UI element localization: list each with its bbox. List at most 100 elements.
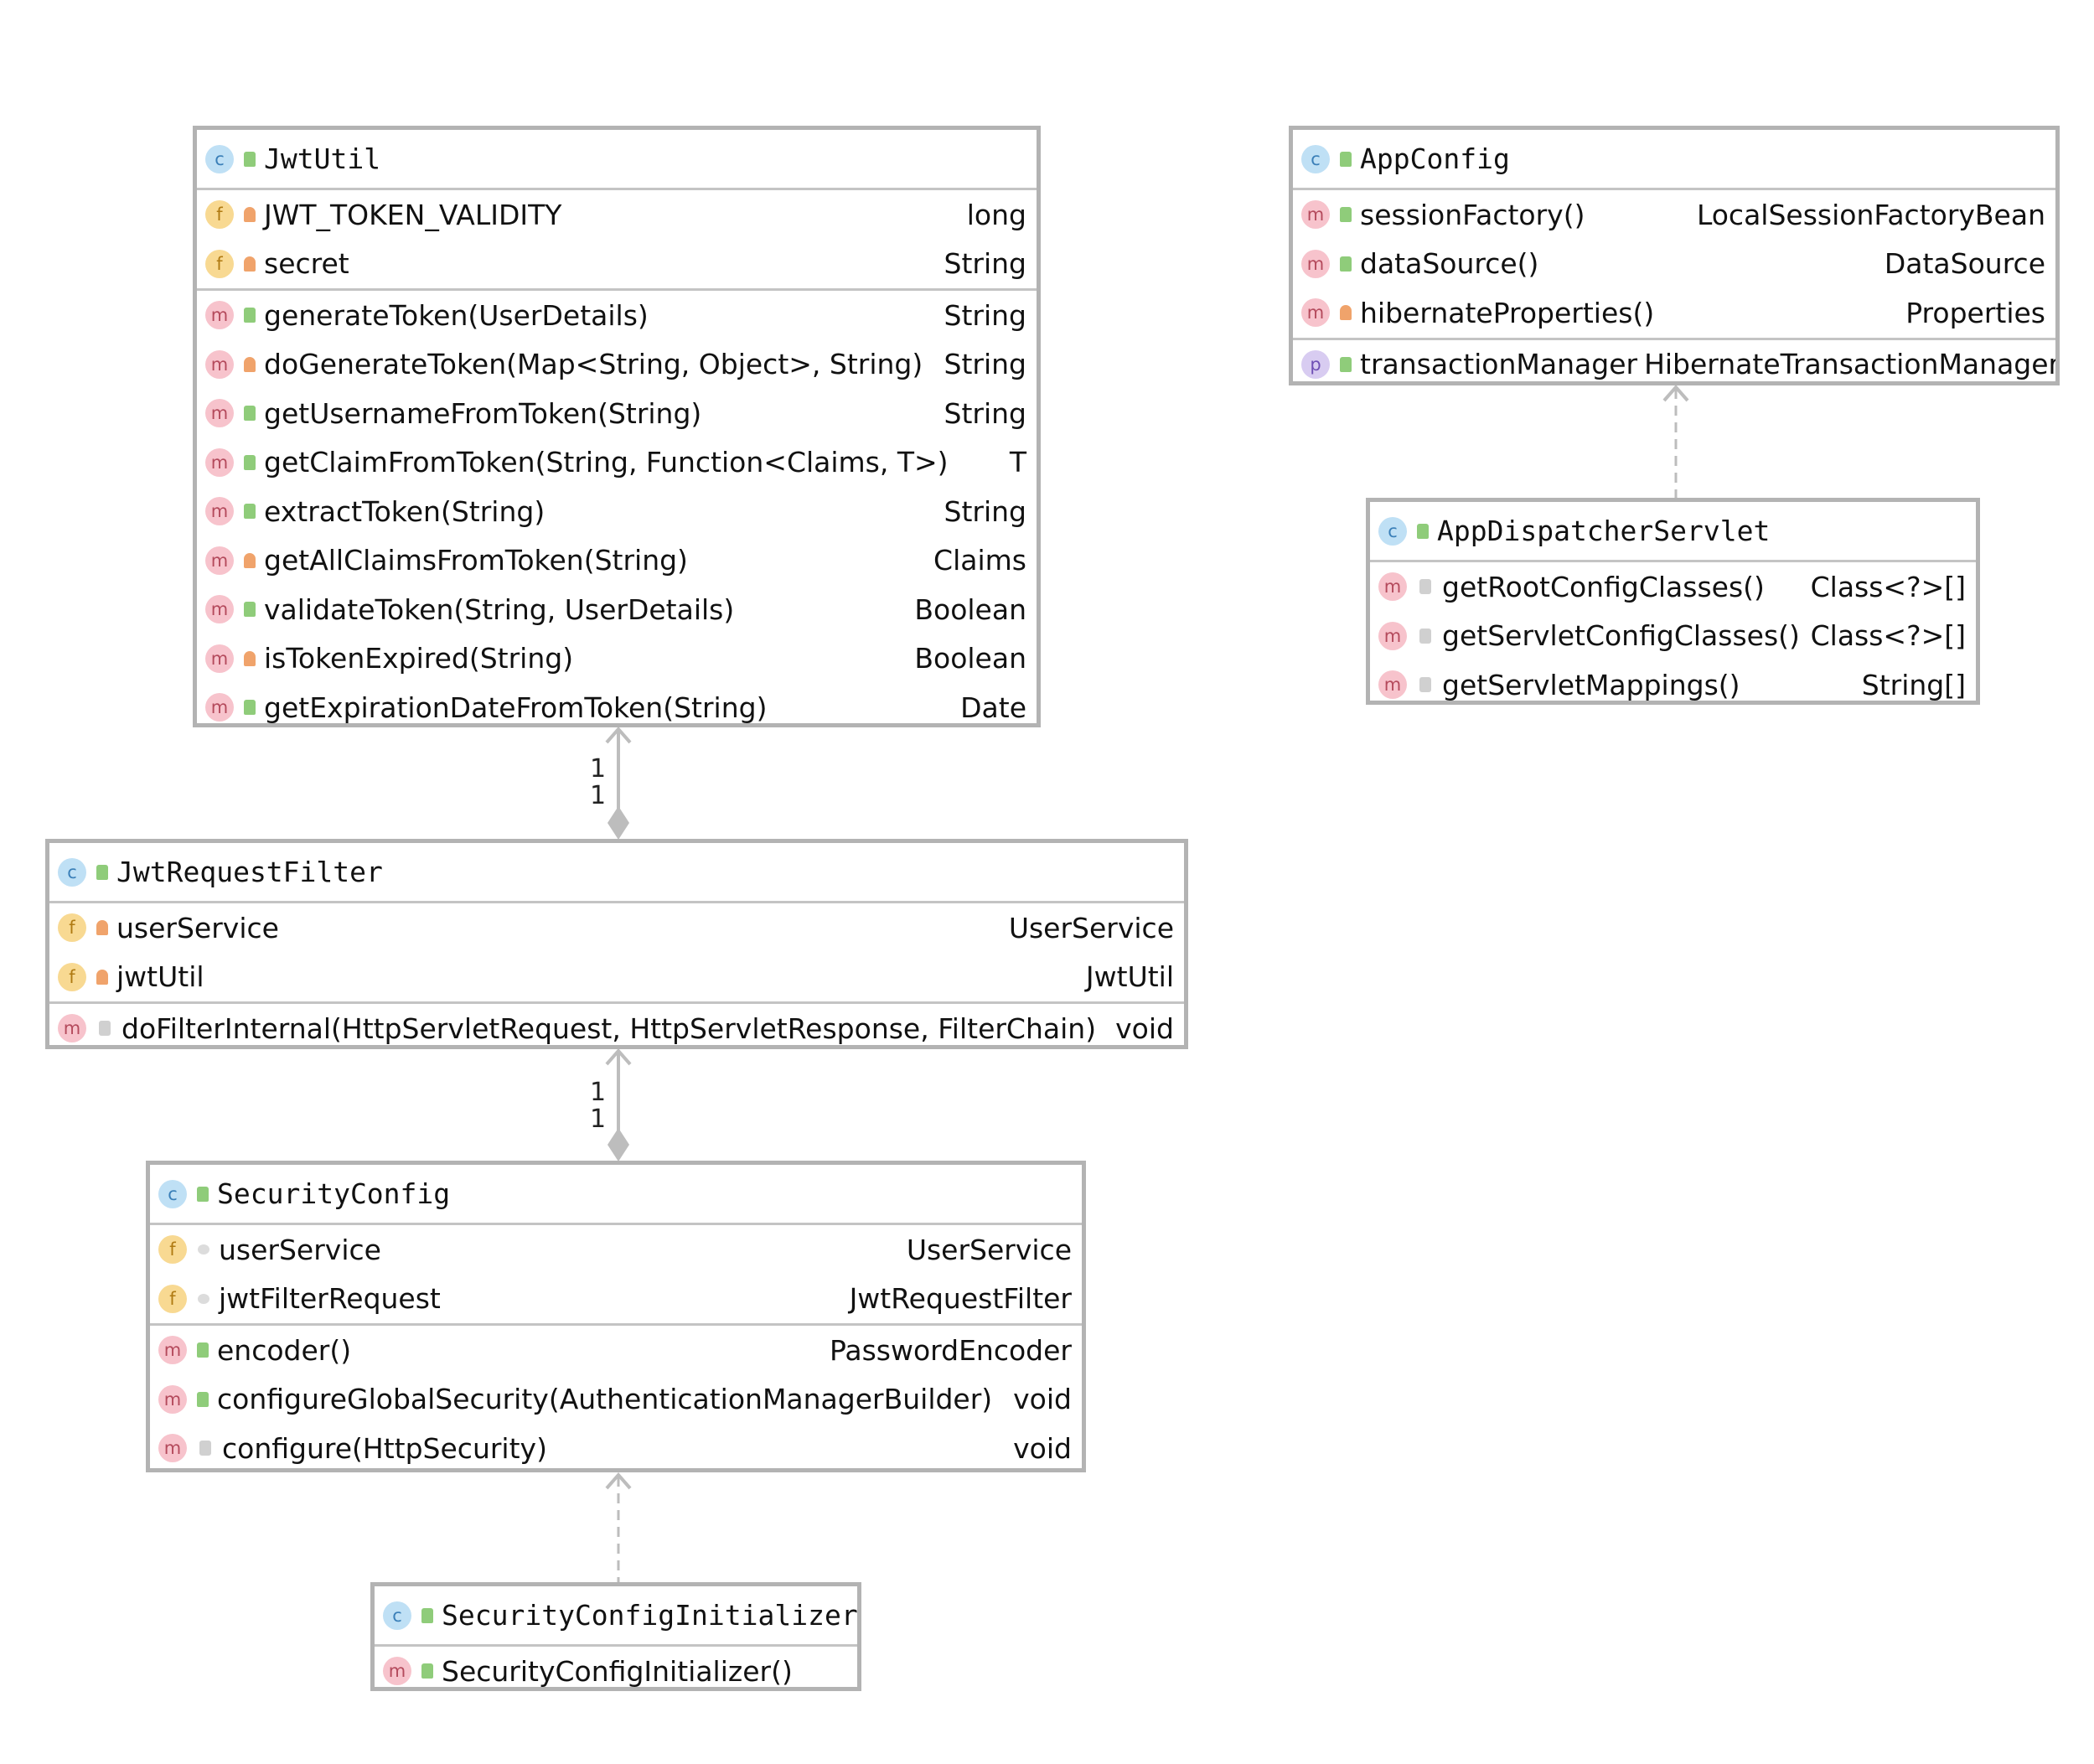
- class-icon: c: [158, 1179, 187, 1208]
- method-row[interactable]: m isTokenExpired(String) Boolean: [197, 634, 1037, 684]
- member-type: Boolean: [914, 642, 1026, 675]
- protected-visibility-icon: [1419, 628, 1431, 644]
- section-methods: m doFilterInternal(HttpServletRequest, Ht…: [49, 1004, 1184, 1045]
- member-type: LocalSessionFactoryBean: [1696, 198, 2045, 231]
- method-row[interactable]: m SecurityConfigInitializer(): [375, 1647, 857, 1688]
- field-row[interactable]: f jwtUtil JwtUtil: [49, 953, 1184, 1002]
- member-name: getServletConfigClasses(): [1442, 619, 1800, 653]
- public-visibility-icon: [1417, 523, 1429, 539]
- property-row[interactable]: p transactionManager HibernateTransactionM…: [1293, 340, 2055, 382]
- uml-class-diagram: 1 1 1 1 c JwtUtil f JWT_TOKEN_VALIDITY long f…: [0, 0, 2094, 1764]
- public-visibility-icon: [244, 504, 256, 520]
- member-type: String[]: [1861, 668, 1966, 701]
- public-visibility-icon: [197, 1391, 209, 1407]
- method-row[interactable]: m configure(HttpSecurity) void: [150, 1424, 1082, 1468]
- member-type: String: [944, 298, 1026, 332]
- method-row[interactable]: m generateToken(UserDetails) String: [197, 291, 1037, 340]
- protected-visibility-icon: [1419, 677, 1431, 693]
- member-type: T: [1009, 446, 1026, 479]
- method-row[interactable]: m getServletConfigClasses() Class<?>[]: [1370, 612, 1976, 661]
- field-row[interactable]: f secret String: [197, 240, 1037, 289]
- member-name: getAllClaimsFromToken(String): [264, 544, 688, 577]
- private-visibility-icon: [244, 256, 256, 272]
- package-visibility-icon: [198, 1244, 209, 1255]
- private-visibility-icon: [96, 969, 108, 985]
- property-icon: p: [1301, 349, 1330, 379]
- member-type: JwtUtil: [1085, 960, 1174, 994]
- method-row[interactable]: m getAllClaimsFromToken(String) Claims: [197, 536, 1037, 586]
- diamond-securityconfig: [608, 1128, 629, 1161]
- protected-visibility-icon: [1419, 579, 1431, 595]
- method-row[interactable]: m getExpirationDateFromToken(String) Date: [197, 683, 1037, 723]
- section-fields: f userService UserService f jwtUtil JwtUtil: [49, 903, 1184, 1004]
- class-box-jwtrequestfilter[interactable]: c JwtRequestFilter f userService UserService…: [45, 839, 1188, 1049]
- method-icon: m: [1378, 572, 1407, 602]
- method-icon: m: [1301, 200, 1330, 230]
- member-name: doGenerateToken(Map<String, Object>, Str…: [264, 348, 923, 381]
- class-name: JwtRequestFilter: [116, 856, 383, 888]
- public-visibility-icon: [244, 151, 256, 167]
- member-name: getClaimFromToken(String, Function<Claim…: [264, 446, 949, 479]
- method-row[interactable]: m getClaimFromToken(String, Function<Clai…: [197, 438, 1037, 488]
- class-name: AppConfig: [1360, 142, 1510, 175]
- member-name: generateToken(UserDetails): [264, 298, 649, 332]
- field-row[interactable]: f jwtFilterRequest JwtRequestFilter: [150, 1275, 1082, 1324]
- member-name: hibernateProperties(): [1360, 296, 1655, 329]
- member-type: Class<?>[]: [1810, 570, 1966, 603]
- class-icon: c: [205, 144, 234, 173]
- field-icon: f: [158, 1235, 187, 1265]
- field-icon: f: [205, 200, 234, 230]
- section-properties: p transactionManager HibernateTransactionM…: [1293, 340, 2055, 382]
- member-name: SecurityConfigInitializer(): [442, 1654, 793, 1688]
- private-visibility-icon: [1340, 305, 1352, 321]
- member-name: dataSource(): [1360, 247, 1539, 281]
- method-row[interactable]: m getServletMappings() String[]: [1370, 660, 1976, 701]
- class-box-jwtutil[interactable]: c JwtUtil f JWT_TOKEN_VALIDITY long f secret St…: [193, 126, 1041, 727]
- member-name: JWT_TOKEN_VALIDITY: [264, 198, 562, 231]
- method-row[interactable]: m encoder() PasswordEncoder: [150, 1326, 1082, 1375]
- method-row[interactable]: m doFilterInternal(HttpServletRequest, Ht…: [49, 1004, 1184, 1045]
- method-icon: m: [205, 447, 234, 477]
- protected-visibility-icon: [199, 1441, 211, 1456]
- method-row[interactable]: m dataSource() DataSource: [1293, 240, 2055, 289]
- member-name: configureGlobalSecurity(AuthenticationMa…: [217, 1383, 993, 1416]
- section-fields: f JWT_TOKEN_VALIDITY long f secret String: [197, 190, 1037, 291]
- class-box-securityconfiginitializer[interactable]: c SecurityConfigInitializer m SecurityConfi…: [370, 1582, 861, 1691]
- member-type: String: [944, 348, 1026, 381]
- class-box-appconfig[interactable]: c AppConfig m sessionFactory() LocalSessionF…: [1289, 126, 2060, 385]
- method-row[interactable]: m getRootConfigClasses() Class<?>[]: [1370, 562, 1976, 612]
- multiplicity-label: 1: [590, 781, 607, 810]
- field-row[interactable]: f JWT_TOKEN_VALIDITY long: [197, 190, 1037, 240]
- section-methods: m getRootConfigClasses() Class<?>[] m getSer…: [1370, 562, 1976, 701]
- member-type: void: [1013, 1383, 1072, 1416]
- method-row[interactable]: m extractToken(String) String: [197, 487, 1037, 536]
- section-methods: m SecurityConfigInitializer(): [375, 1647, 857, 1688]
- member-type: PasswordEncoder: [829, 1333, 1072, 1367]
- class-box-appdispatcherservlet[interactable]: c AppDispatcherServlet m getRootConfigClass…: [1366, 498, 1980, 705]
- public-visibility-icon: [244, 602, 256, 618]
- member-name: encoder(): [217, 1333, 352, 1367]
- member-name: getServletMappings(): [1442, 668, 1740, 701]
- field-row[interactable]: f userService UserService: [49, 903, 1184, 953]
- method-row[interactable]: m validateToken(String, UserDetails) Boole…: [197, 585, 1037, 634]
- private-visibility-icon: [244, 552, 256, 568]
- method-row[interactable]: m hibernateProperties() Properties: [1293, 288, 2055, 338]
- member-name: getUsernameFromToken(String): [264, 396, 702, 430]
- member-name: transactionManager: [1360, 348, 1638, 381]
- member-type: UserService: [906, 1233, 1072, 1266]
- package-visibility-icon: [198, 1293, 209, 1304]
- member-type: long: [966, 198, 1026, 231]
- method-row[interactable]: m getUsernameFromToken(String) String: [197, 389, 1037, 438]
- field-row[interactable]: f userService UserService: [150, 1225, 1082, 1275]
- member-name: doFilterInternal(HttpServletRequest, Htt…: [122, 1011, 1097, 1045]
- public-visibility-icon: [421, 1607, 433, 1623]
- member-type: Claims: [933, 544, 1026, 577]
- method-row[interactable]: m doGenerateToken(Map<String, Object>, St…: [197, 340, 1037, 390]
- class-box-securityconfig[interactable]: c SecurityConfig f userService UserService f j…: [146, 1161, 1086, 1472]
- method-row[interactable]: m sessionFactory() LocalSessionFactoryBean: [1293, 190, 2055, 240]
- class-icon: c: [1301, 144, 1330, 173]
- member-name: jwtUtil: [116, 960, 204, 994]
- method-row[interactable]: m configureGlobalSecurity(AuthenticationM…: [150, 1375, 1082, 1425]
- member-name: validateToken(String, UserDetails): [264, 592, 735, 626]
- member-name: isTokenExpired(String): [264, 642, 574, 675]
